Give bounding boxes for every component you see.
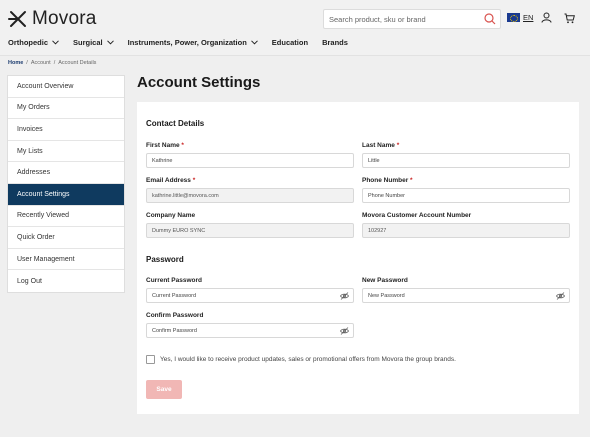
email-label-text: Email Address: [146, 177, 191, 184]
nav-education[interactable]: Education: [272, 38, 308, 47]
eye-off-icon[interactable]: [340, 327, 349, 335]
last-name-label: Last Name *: [362, 142, 399, 149]
first-name-field[interactable]: Kathrine: [146, 153, 354, 168]
password-heading: Password: [146, 255, 184, 264]
nav-brands[interactable]: Brands: [322, 38, 348, 47]
nav-label: Brands: [322, 38, 348, 47]
account-number-label: Movora Customer Account Number: [362, 212, 472, 219]
sidebar-item-recently-viewed[interactable]: Recently Viewed: [8, 206, 124, 228]
required-marker: *: [192, 177, 196, 184]
brand-logo[interactable]: Movora: [8, 8, 97, 30]
sidebar-item-quick-order[interactable]: Quick Order: [8, 227, 124, 249]
required-marker: *: [410, 177, 413, 184]
first-name-label: First Name *: [146, 142, 184, 149]
current-password-label: Current Password: [146, 277, 202, 284]
chevron-down-icon: [52, 40, 59, 45]
current-password-field[interactable]: Current Password: [146, 288, 354, 303]
nav-label: Instruments, Power, Organization: [127, 38, 247, 47]
settings-card: Contact Details First Name * Kathrine La…: [137, 102, 579, 414]
phone-label-text: Phone Number: [362, 177, 409, 184]
sidebar-item-addresses[interactable]: Addresses: [8, 162, 124, 184]
breadcrumb: Home / Account / Account Details: [8, 60, 96, 66]
confirm-password-field[interactable]: Confirm Password: [146, 323, 354, 338]
nav-orthopedic[interactable]: Orthopedic: [8, 38, 59, 47]
nav-label: Orthopedic: [8, 38, 49, 47]
sidebar-item-account-settings[interactable]: Account Settings: [8, 183, 124, 206]
eye-off-icon[interactable]: [340, 292, 349, 300]
breadcrumb-account[interactable]: Account: [31, 60, 51, 66]
site-header: Movora EN Orthopedic Surgical Instrument…: [0, 0, 590, 56]
phone-field[interactable]: Phone Number: [362, 188, 570, 203]
company-field: Dummy EURO SYNC: [146, 223, 354, 238]
chevron-down-icon: [106, 40, 114, 45]
sidebar-item-my-lists[interactable]: My Lists: [8, 141, 124, 163]
email-label: Email Address *: [146, 177, 195, 184]
search-icon[interactable]: [484, 13, 496, 25]
first-name-label-text: First Name: [146, 142, 180, 149]
breadcrumb-current: Account Details: [58, 60, 97, 66]
main-nav: Orthopedic Surgical Instruments, Power, …: [8, 38, 362, 47]
new-password-field[interactable]: New Password: [362, 288, 570, 303]
required-marker: *: [181, 142, 184, 149]
eye-off-icon[interactable]: [556, 292, 565, 300]
confirm-password-placeholder: Confirm Password: [152, 327, 197, 334]
breadcrumb-separator: /: [26, 60, 28, 66]
company-label: Company Name: [146, 212, 196, 219]
last-name-label-text: Last Name: [362, 142, 395, 149]
page-title: Account Settings: [137, 74, 261, 91]
email-field: kathrine.little@movora.com: [146, 188, 354, 203]
eu-flag-icon: [507, 13, 520, 22]
search-input[interactable]: [329, 10, 479, 28]
breadcrumb-separator: /: [53, 60, 56, 66]
search-box: [323, 9, 501, 29]
movora-logo-icon: [8, 11, 26, 27]
cart-icon[interactable]: [564, 13, 575, 24]
confirm-password-label: Confirm Password: [146, 312, 204, 319]
sidebar-item-user-management[interactable]: User Management: [8, 249, 124, 271]
contact-details-heading: Contact Details: [146, 119, 205, 128]
sidebar-item-account-overview[interactable]: Account Overview: [8, 76, 124, 98]
user-icon[interactable]: [541, 12, 552, 23]
nav-label: Surgical: [73, 38, 103, 47]
chevron-down-icon: [250, 40, 258, 45]
current-password-placeholder: Current Password: [152, 292, 197, 299]
language-selector[interactable]: EN: [507, 13, 533, 22]
account-number-field: 102927: [362, 223, 570, 238]
breadcrumb-home[interactable]: Home: [8, 60, 23, 66]
marketing-consent-label: Yes, I would like to receive product upd…: [160, 356, 456, 363]
nav-surgical[interactable]: Surgical: [73, 38, 114, 47]
marketing-consent-checkbox[interactable]: [146, 355, 155, 364]
new-password-label: New Password: [362, 277, 408, 284]
sidebar-item-my-orders[interactable]: My Orders: [8, 98, 124, 120]
sidebar-item-log-out[interactable]: Log Out: [8, 270, 124, 292]
brand-name: Movora: [32, 8, 97, 29]
required-marker: *: [396, 142, 400, 149]
phone-label: Phone Number *: [362, 177, 413, 184]
language-code: EN: [523, 13, 534, 22]
new-password-placeholder: New Password: [368, 292, 405, 299]
last-name-field[interactable]: Little: [362, 153, 570, 168]
nav-label: Education: [271, 38, 309, 47]
account-sidebar: Account Overview My Orders Invoices My L…: [7, 75, 125, 293]
nav-instruments[interactable]: Instruments, Power, Organization: [128, 38, 258, 47]
save-button[interactable]: Save: [146, 380, 182, 399]
sidebar-item-invoices[interactable]: Invoices: [8, 119, 124, 141]
